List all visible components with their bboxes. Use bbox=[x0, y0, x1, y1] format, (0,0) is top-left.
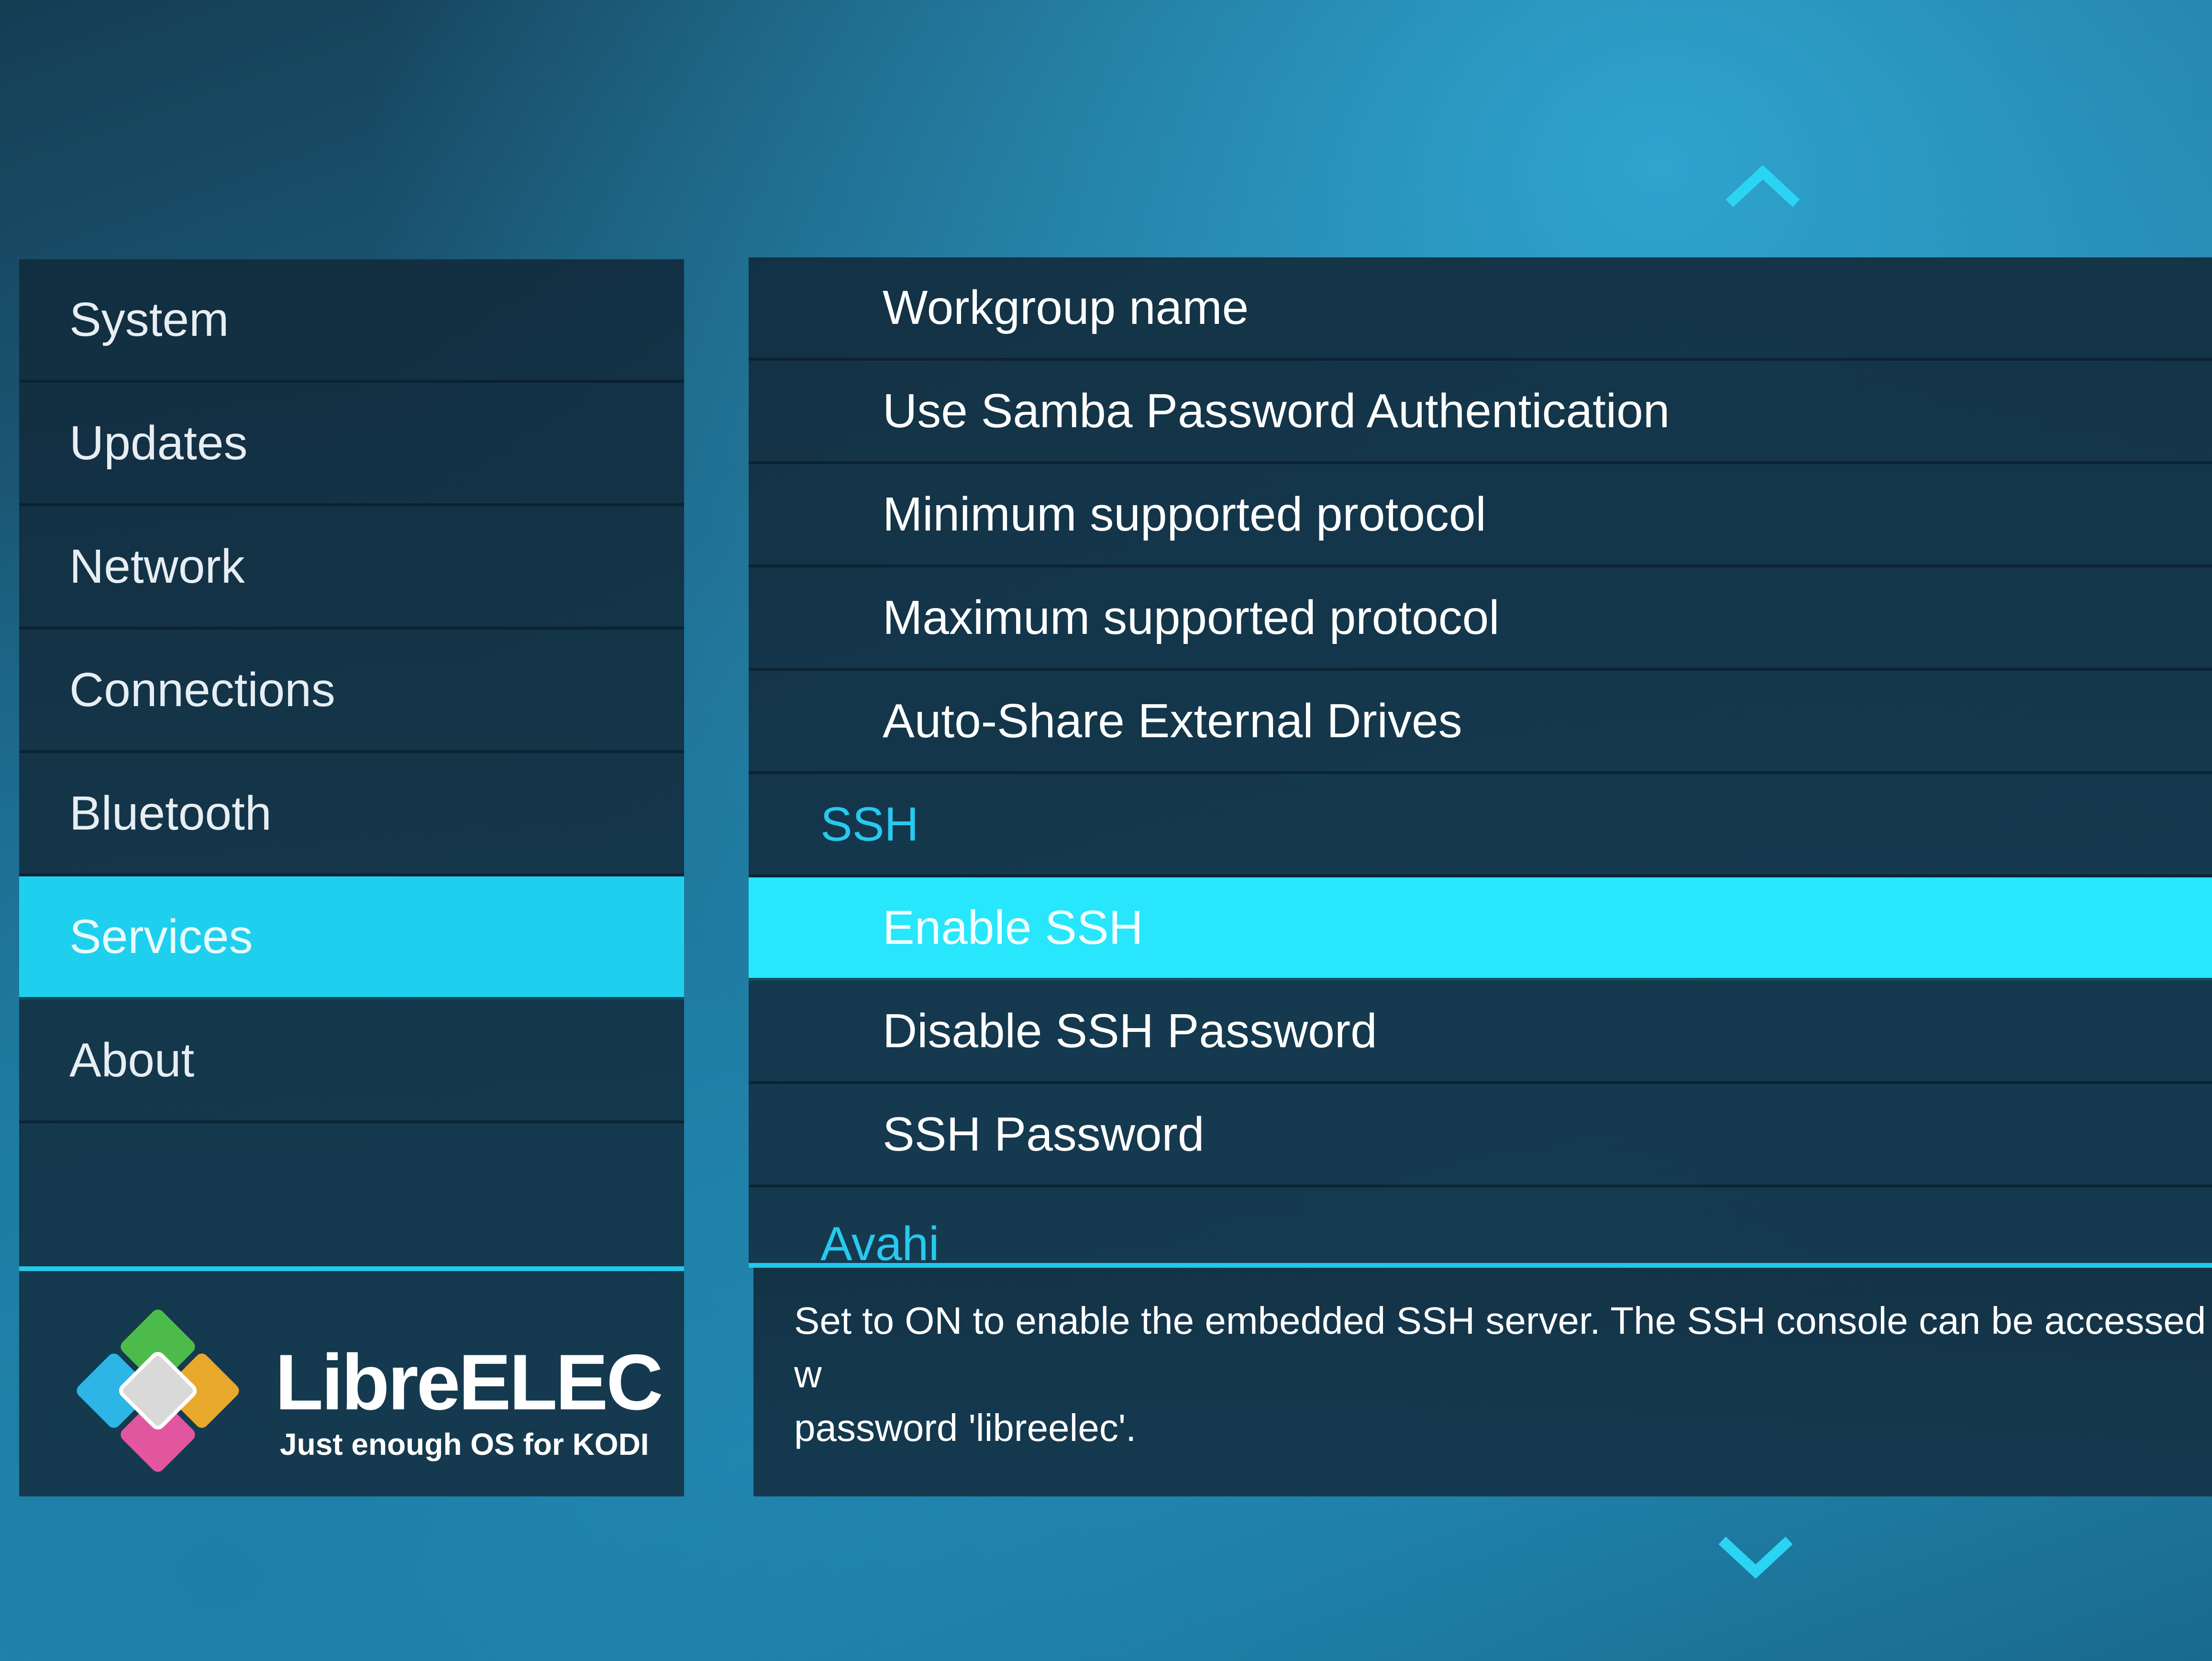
libreelec-logo-icon bbox=[77, 1309, 239, 1472]
setting-auto-share-external-drives[interactable]: Auto-Share External Drives bbox=[749, 671, 2212, 774]
sidebar-menu: System Updates Network Connections Bluet… bbox=[19, 259, 684, 1123]
settings-list: Workgroup name Use Samba Password Authen… bbox=[749, 257, 2212, 1263]
setting-maximum-supported-protocol[interactable]: Maximum supported protocol bbox=[749, 567, 2212, 671]
sidebar-item-bluetooth[interactable]: Bluetooth bbox=[19, 753, 684, 876]
description-divider bbox=[749, 1263, 2212, 1268]
sidebar-divider bbox=[19, 1266, 684, 1271]
sidebar-item-label: Bluetooth bbox=[69, 786, 272, 840]
sidebar: System Updates Network Connections Bluet… bbox=[19, 259, 684, 1496]
setting-label: Maximum supported protocol bbox=[883, 590, 1500, 644]
setting-label: Disable SSH Password bbox=[883, 1004, 1377, 1058]
setting-use-samba-password-authentication[interactable]: Use Samba Password Authentication bbox=[749, 361, 2212, 464]
sidebar-item-services[interactable]: Services bbox=[19, 876, 684, 1000]
setting-label: Workgroup name bbox=[883, 280, 1249, 334]
setting-label: Use Samba Password Authentication bbox=[883, 384, 1670, 438]
setting-description: Set to ON to enable the embedded SSH ser… bbox=[753, 1268, 2212, 1496]
sidebar-item-label: Services bbox=[69, 909, 253, 963]
sidebar-item-label: Updates bbox=[69, 416, 248, 470]
sidebar-item-connections[interactable]: Connections bbox=[19, 630, 684, 753]
sidebar-item-label: Connections bbox=[69, 663, 335, 717]
scroll-down-chevron-icon[interactable] bbox=[1715, 1533, 1796, 1581]
sidebar-item-network[interactable]: Network bbox=[19, 506, 684, 630]
scroll-up-chevron-icon[interactable] bbox=[1722, 163, 1803, 210]
section-label: SSH bbox=[820, 797, 919, 851]
setting-minimum-supported-protocol[interactable]: Minimum supported protocol bbox=[749, 464, 2212, 567]
description-line: password 'libreelec'. bbox=[794, 1406, 1137, 1449]
section-header-avahi: Avahi bbox=[749, 1187, 2212, 1263]
description-line: Set to ON to enable the embedded SSH ser… bbox=[794, 1299, 2206, 1395]
setting-label: Minimum supported protocol bbox=[883, 487, 1486, 541]
sidebar-item-label: System bbox=[69, 292, 229, 346]
setting-label: SSH Password bbox=[883, 1107, 1205, 1161]
setting-disable-ssh-password[interactable]: Disable SSH Password bbox=[749, 981, 2212, 1084]
sidebar-item-updates[interactable]: Updates bbox=[19, 383, 684, 506]
section-label: Avahi bbox=[820, 1217, 940, 1263]
sidebar-item-system[interactable]: System bbox=[19, 259, 684, 383]
section-header-ssh: SSH bbox=[749, 774, 2212, 877]
setting-label: Enable SSH bbox=[883, 900, 1143, 954]
brand-name: LibreELEC bbox=[275, 1338, 663, 1426]
setting-ssh-password[interactable]: SSH Password bbox=[749, 1084, 2212, 1187]
sidebar-item-label: About bbox=[69, 1033, 195, 1087]
setting-enable-ssh[interactable]: Enable SSH bbox=[749, 877, 2212, 981]
brand-footer: LibreELEC Just enough OS for KODI bbox=[19, 1271, 684, 1496]
sidebar-item-label: Network bbox=[69, 539, 245, 593]
brand-tagline: Just enough OS for KODI bbox=[280, 1427, 649, 1462]
setting-workgroup-name[interactable]: Workgroup name bbox=[749, 257, 2212, 361]
setting-label: Auto-Share External Drives bbox=[883, 694, 1462, 748]
sidebar-item-about[interactable]: About bbox=[19, 1000, 684, 1123]
